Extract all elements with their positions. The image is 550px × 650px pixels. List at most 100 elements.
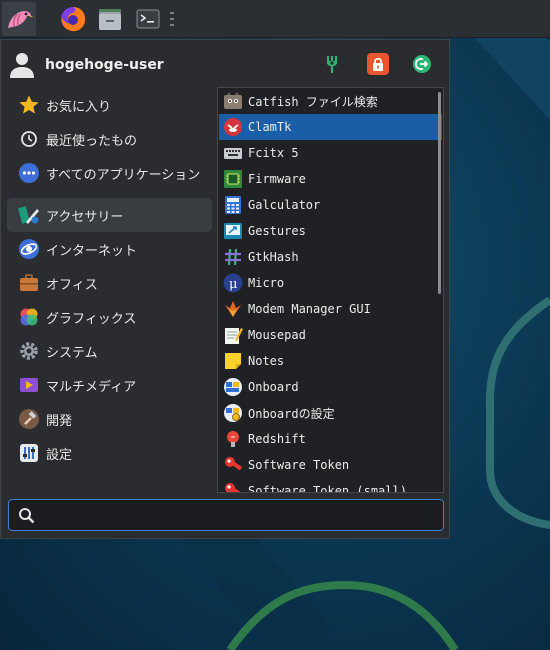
app-item-catfish[interactable]: Catfish ファイル検索 (219, 88, 442, 114)
app-label: ClamTk (248, 120, 292, 134)
terminal-icon (136, 9, 160, 29)
bird-icon (8, 11, 33, 28)
app-item-modem[interactable]: Modem Manager GUI (219, 296, 442, 322)
micro-icon: μ (223, 273, 243, 293)
app-label: Firmware (248, 172, 306, 186)
user-name: hogehoge-user (45, 57, 164, 73)
settings-icon (327, 56, 337, 73)
keyboard-icon (223, 143, 243, 163)
gear-icon (18, 340, 40, 362)
category-gear[interactable]: システム (7, 334, 212, 368)
multimedia-icon (18, 374, 40, 396)
category-label: アクセサリー (46, 209, 124, 225)
app-item-micro[interactable]: μ Micro (219, 270, 442, 296)
search-box[interactable] (8, 499, 444, 531)
notes-icon (223, 351, 243, 371)
redshift-icon (223, 429, 243, 449)
app-item-notes[interactable]: Notes (219, 348, 442, 374)
dots-icon (18, 162, 40, 184)
calculator-icon (223, 195, 243, 215)
top-panel (0, 0, 550, 38)
category-label: システム (46, 345, 98, 361)
category-settings-panel[interactable]: 設定 (7, 436, 212, 470)
hash-icon (223, 247, 243, 267)
accessories-icon (18, 204, 40, 226)
app-label: Onboardの設定 (248, 406, 335, 421)
app-label: Micro (248, 276, 285, 290)
lock-icon (373, 57, 383, 71)
globe-icon (18, 238, 40, 260)
category-label: お気に入り (46, 99, 112, 115)
search-input[interactable] (43, 504, 437, 526)
svg-text:μ: μ (229, 277, 237, 292)
category-multimedia[interactable]: マルチメディア (7, 368, 212, 402)
category-label: 開発 (46, 413, 73, 429)
app-item-keyboard[interactable]: Fcitx 5 (219, 140, 442, 166)
category-label: グラフィックス (46, 311, 137, 327)
hammer-icon (18, 408, 40, 430)
lock-screen-button[interactable] (367, 53, 389, 75)
app-item-redshift[interactable]: Redshift (219, 426, 442, 452)
graphics-icon (18, 306, 40, 328)
app-label: Redshift (248, 432, 306, 446)
category-accessories[interactable]: アクセサリー (7, 198, 212, 232)
app-label: Modem Manager GUI (248, 302, 371, 316)
app-label: Mousepad (248, 328, 306, 342)
app-item-calculator[interactable]: Galculator (219, 192, 442, 218)
app-item-chip[interactable]: Firmware (219, 166, 442, 192)
star-icon (18, 94, 40, 116)
user-header: hogehoge-user (9, 50, 164, 80)
application-menu: hogehoge-user お気に入り最近使ったものすべてのアプリケーション アク… (0, 39, 450, 539)
category-hammer[interactable]: 開発 (7, 402, 212, 436)
gestures-icon (223, 221, 243, 241)
search-icon (19, 508, 35, 524)
category-globe[interactable]: インターネット (7, 232, 212, 266)
log-out-button[interactable] (411, 53, 433, 75)
clamtk-icon (223, 117, 243, 137)
terminal-launcher[interactable] (131, 2, 165, 36)
whisker-menu-button[interactable] (2, 2, 36, 36)
firefox-launcher[interactable] (56, 2, 90, 36)
chip-icon (223, 169, 243, 189)
app-label: Gestures (248, 224, 306, 238)
app-item-gestures[interactable]: Gestures (219, 218, 442, 244)
app-item-token-small[interactable]: Software Token (small) (219, 478, 442, 493)
mousepad-icon (223, 325, 243, 345)
application-list: Catfish ファイル検索 ClamTk Fcitx 5 Firmware Galcu… (217, 87, 444, 493)
file-manager-launcher[interactable] (93, 2, 127, 36)
briefcase-icon (18, 272, 40, 294)
onboard-icon (223, 377, 243, 397)
settings-manager-button[interactable] (321, 53, 343, 75)
onboard-settings-icon (223, 403, 243, 423)
firefox-icon (61, 7, 86, 32)
category-label: インターネット (46, 243, 138, 259)
app-label: Software Token (248, 458, 350, 472)
category-briefcase[interactable]: オフィス (7, 266, 212, 300)
category-clock[interactable]: 最近使ったもの (7, 122, 212, 156)
app-label: Notes (248, 354, 285, 368)
panel-separator-handle[interactable] (170, 12, 174, 26)
modem-icon (223, 299, 243, 319)
app-list-scrollbar[interactable] (438, 92, 441, 294)
app-item-clamtk[interactable]: ClamTk (219, 114, 442, 140)
logout-icon (413, 55, 431, 73)
app-label: GtkHash (248, 250, 299, 264)
app-item-token[interactable]: Software Token (219, 452, 442, 478)
category-label: マルチメディア (46, 379, 137, 395)
category-graphics[interactable]: グラフィックス (7, 300, 212, 334)
token-icon (223, 455, 243, 475)
app-label: Software Token (small) (248, 484, 407, 493)
category-label: 設定 (46, 447, 73, 463)
app-item-mousepad[interactable]: Mousepad (219, 322, 442, 348)
clock-icon (18, 128, 40, 150)
app-item-onboard[interactable]: Onboard (219, 374, 442, 400)
category-label: すべてのアプリケーション (46, 167, 201, 183)
category-star[interactable]: お気に入り (7, 88, 212, 122)
app-label: Fcitx 5 (248, 146, 299, 160)
category-dots[interactable]: すべてのアプリケーション (7, 156, 212, 190)
app-label: Catfish ファイル検索 (248, 94, 378, 109)
app-item-onboard-settings[interactable]: Onboardの設定 (219, 400, 442, 426)
app-item-hash[interactable]: GtkHash (219, 244, 442, 270)
token-small-icon (223, 481, 243, 492)
catfish-icon (223, 91, 243, 111)
